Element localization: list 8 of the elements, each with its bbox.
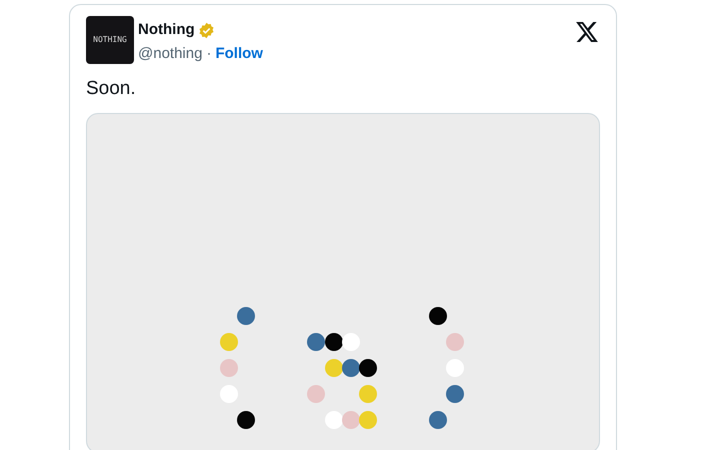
follow-link[interactable]: Follow <box>215 42 263 65</box>
account-handle: @nothing <box>138 44 202 64</box>
avatar-logo-text: NOTHING <box>93 34 127 46</box>
x-logo-icon[interactable] <box>576 22 598 42</box>
tweet-text: Soon. <box>86 77 137 101</box>
avatar[interactable]: NOTHING <box>86 16 134 64</box>
separator-dot: · <box>206 44 212 64</box>
account-name[interactable]: Nothing <box>138 19 195 42</box>
